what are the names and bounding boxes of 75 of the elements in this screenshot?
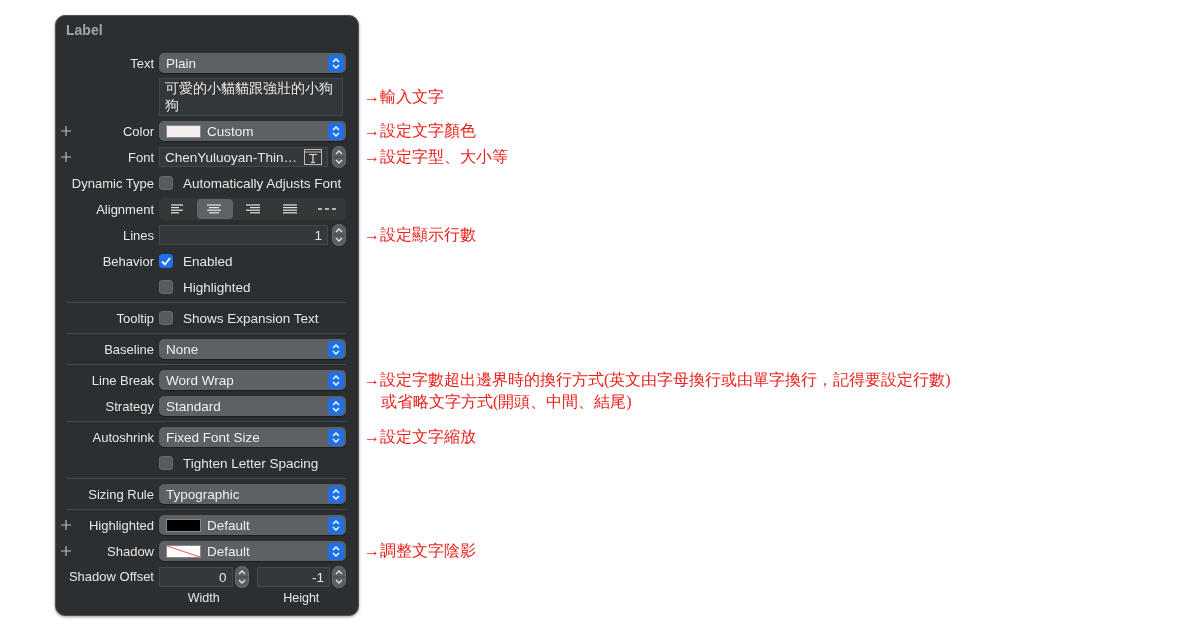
annotation: →設定文字縮放 — [364, 427, 476, 447]
plus-icon[interactable] — [61, 151, 71, 162]
field-label: Shadow — [107, 543, 154, 559]
checkbox-label: Tighten Letter Spacing — [183, 455, 319, 471]
field-label: Tooltip — [116, 310, 154, 326]
annotation: →設定文字顏色 — [364, 121, 476, 141]
chevron-updown-icon — [328, 371, 344, 389]
popup-button[interactable]: Default — [159, 515, 346, 535]
number-field[interactable]: 0 — [159, 567, 233, 587]
field-label: Highlighted — [88, 517, 154, 533]
field-label: Behavior — [102, 253, 154, 269]
stepper[interactable] — [332, 146, 346, 168]
field-label: Alignment — [96, 201, 154, 217]
align-right-icon — [243, 204, 262, 214]
popup-button[interactable]: Custom — [159, 121, 346, 141]
field-label: Sizing Rule — [88, 486, 154, 502]
chevron-updown-icon — [328, 485, 344, 503]
checkbox[interactable] — [159, 280, 173, 294]
field-caption: Height — [283, 591, 320, 605]
chevron-updown-icon — [328, 428, 344, 446]
font-name: ChenYuluoyan-Thin… — [165, 149, 299, 165]
plus-icon[interactable] — [61, 519, 71, 530]
field-label: Dynamic Type — [71, 175, 154, 191]
checkbox-label: Highlighted — [183, 279, 251, 295]
field-label: Font — [128, 149, 154, 165]
field-label: Line Break — [91, 372, 154, 388]
checkbox[interactable] — [159, 456, 173, 470]
chevron-updown-icon — [328, 122, 344, 140]
annotation: →設定顯示行數 — [364, 225, 476, 245]
font-picker-icon[interactable] — [304, 149, 322, 165]
number-field[interactable]: 1 — [159, 225, 328, 245]
field-label: Baseline — [104, 341, 154, 357]
checkbox-label: Automatically Adjusts Font — [183, 175, 342, 191]
chevron-updown-icon — [328, 397, 344, 415]
field-label: Color — [122, 123, 154, 139]
field-label: Text — [130, 55, 154, 71]
chevron-updown-icon — [328, 542, 344, 560]
field-label: Lines — [122, 227, 154, 243]
checkbox[interactable] — [159, 311, 173, 325]
no-color-swatch — [166, 544, 201, 558]
field-label: Strategy — [105, 398, 154, 414]
font-field[interactable]: ChenYuluoyan-Thin… — [159, 147, 328, 167]
panel-title: Label — [66, 22, 103, 38]
alignment-control[interactable] — [159, 198, 346, 220]
annotation: →設定字數超出邊界時的換行方式(英文由字母換行或由單字換行，記得要設定行數) 或省略文字方式(開頭、中間、結尾) — [364, 370, 951, 413]
plus-icon[interactable] — [61, 125, 71, 136]
popup-button[interactable]: Typographic — [159, 484, 346, 504]
dashes-icon — [318, 207, 337, 211]
popup-button[interactable]: Standard — [159, 396, 346, 416]
field-label: Shadow Offset — [68, 569, 154, 584]
checkbox-label: Enabled — [183, 253, 233, 269]
field-label: Autoshrink — [92, 429, 154, 445]
popup-button[interactable]: Default — [159, 541, 346, 561]
chevron-updown-icon — [328, 340, 344, 358]
chevron-updown-icon — [328, 54, 344, 72]
text-area[interactable]: 可愛的小貓貓跟強壯的小狗狗 — [159, 78, 343, 116]
annotation: →設定字型、大小等 — [364, 147, 508, 167]
alignment-segment[interactable] — [197, 199, 233, 219]
annotation: →調整文字陰影 — [364, 541, 476, 561]
popup-button[interactable]: None — [159, 339, 346, 359]
popup-button[interactable]: Plain — [159, 53, 346, 73]
field-caption: Width — [187, 591, 220, 605]
checkbox[interactable] — [159, 254, 173, 268]
popup-button[interactable]: Fixed Font Size — [159, 427, 346, 447]
stepper[interactable] — [234, 566, 249, 588]
checkbox-label: Shows Expansion Text — [183, 310, 319, 326]
checkbox[interactable] — [159, 176, 173, 190]
chevron-updown-icon — [328, 516, 344, 534]
annotation: →輸入文字 — [364, 87, 444, 107]
align-justify-icon — [280, 204, 299, 214]
number-field[interactable]: -1 — [256, 567, 330, 587]
popup-button[interactable]: Word Wrap — [159, 370, 346, 390]
stepper[interactable] — [332, 224, 346, 246]
plus-icon[interactable] — [61, 545, 71, 556]
stepper[interactable] — [332, 566, 346, 588]
